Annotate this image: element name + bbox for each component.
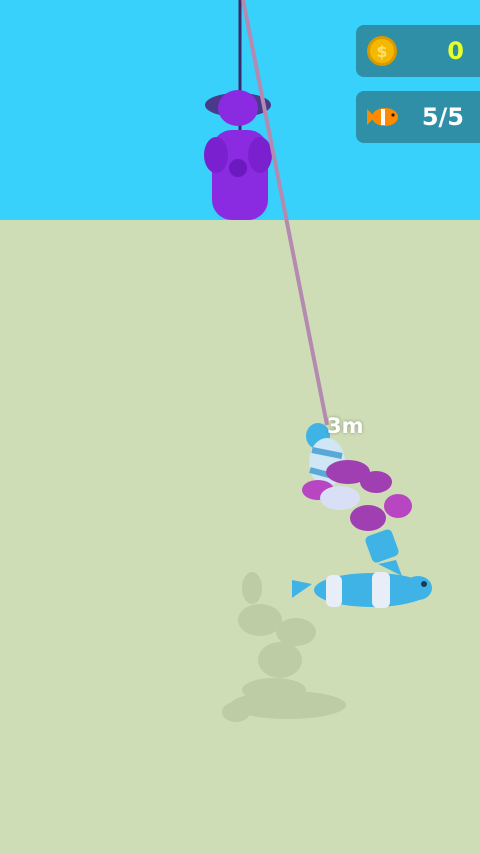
svg-text:$: $: [376, 42, 387, 61]
depth-label: 3m: [327, 414, 364, 438]
coin-icon: $: [362, 31, 402, 71]
fish-counter: 5/5: [356, 91, 480, 143]
water: [0, 220, 480, 853]
fish-count: 5/5: [421, 103, 464, 131]
fish-icon: [362, 97, 402, 137]
coin-counter: $ 0: [356, 25, 480, 77]
coin-count: 0: [447, 37, 464, 65]
